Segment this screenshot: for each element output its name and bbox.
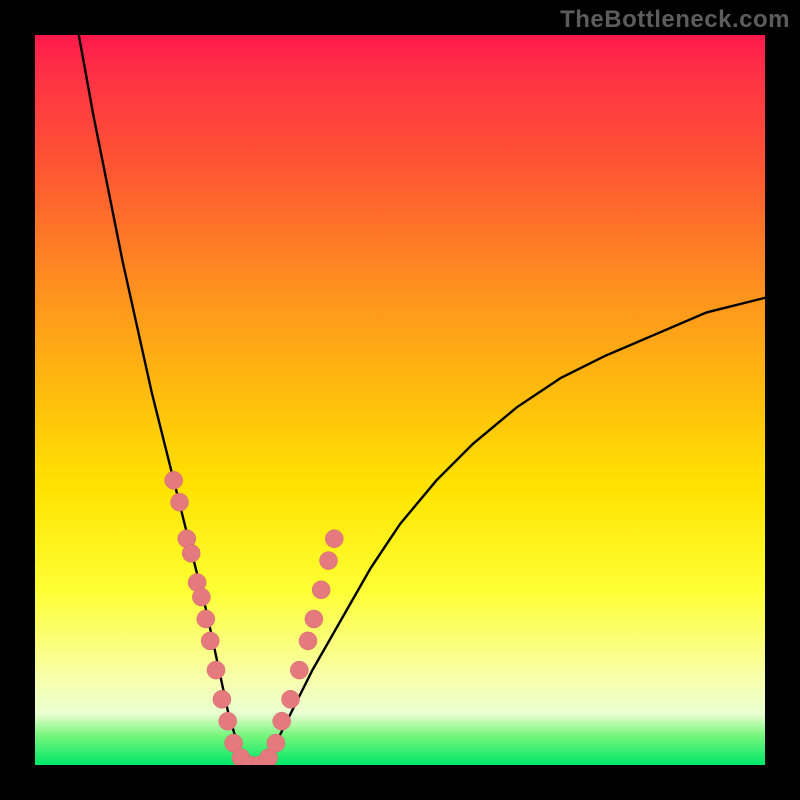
data-marker xyxy=(305,610,323,628)
data-marker xyxy=(197,610,215,628)
data-marker xyxy=(213,690,231,708)
data-marker xyxy=(182,544,200,562)
data-marker xyxy=(219,712,237,730)
data-marker xyxy=(299,632,317,650)
marker-group xyxy=(165,471,344,765)
data-marker xyxy=(192,588,210,606)
chart-frame: TheBottleneck.com xyxy=(0,0,800,800)
data-marker xyxy=(165,471,183,489)
data-marker xyxy=(171,493,189,511)
chart-svg xyxy=(35,35,765,765)
data-marker xyxy=(207,661,225,679)
data-marker xyxy=(201,632,219,650)
watermark-text: TheBottleneck.com xyxy=(560,6,790,34)
data-marker xyxy=(312,581,330,599)
data-marker xyxy=(320,552,338,570)
data-marker xyxy=(325,530,343,548)
data-marker xyxy=(290,661,308,679)
data-marker xyxy=(273,712,291,730)
plot-area xyxy=(35,35,765,765)
data-marker xyxy=(282,690,300,708)
bottleneck-curve xyxy=(79,35,765,765)
data-marker xyxy=(267,734,285,752)
